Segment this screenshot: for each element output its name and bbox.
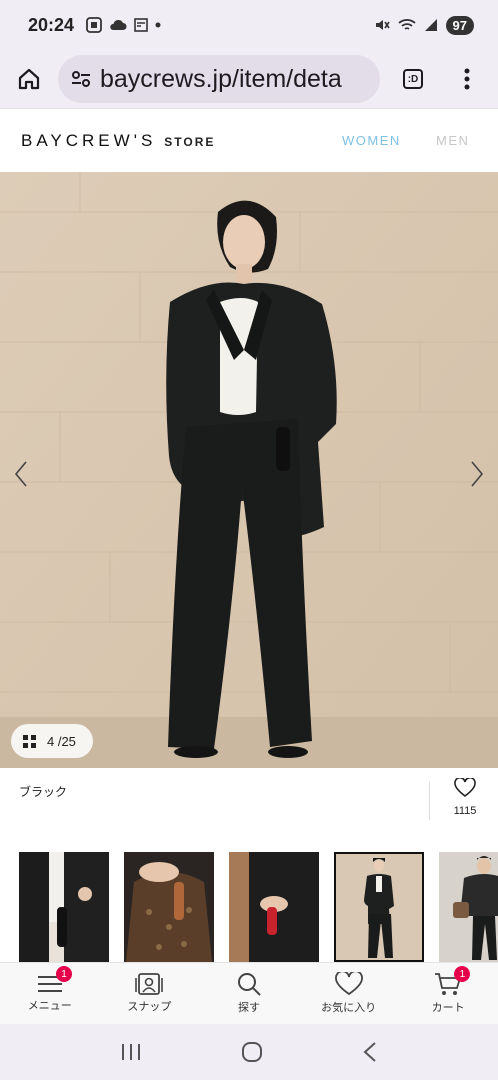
nav-snap[interactable]: スナップ [100, 963, 200, 1024]
heart-icon [334, 972, 363, 996]
search-icon [237, 973, 261, 996]
signal-icon [424, 19, 437, 31]
bottom-navigation: 1 メニュー スナップ 探す お気に入り 1 カート [0, 962, 498, 1024]
image-counter[interactable]: 4 /25 [11, 724, 93, 758]
thumbnail-3[interactable] [229, 852, 319, 962]
tab-count: :D [403, 69, 423, 89]
thumbnail-2[interactable] [124, 852, 214, 962]
image-counter-text: 4 /25 [47, 733, 76, 749]
favorite-button[interactable]: 1115 [446, 776, 484, 817]
nav-favorites[interactable]: お気に入り [299, 963, 399, 1024]
thumbnail-4-selected[interactable] [334, 852, 424, 962]
site-logo[interactable]: BAYCREW'S STORE [21, 131, 215, 151]
product-info-row: ブラック 1115 [0, 768, 498, 832]
status-time: 20:24 [28, 14, 75, 35]
thumbnail-image [439, 852, 498, 962]
wifi-icon [397, 19, 416, 30]
recent-apps-icon[interactable] [120, 1042, 142, 1062]
nav-search-label: 探す [237, 1002, 260, 1014]
nav-favorites-label: お気に入り [321, 1002, 377, 1014]
site-settings-icon[interactable] [70, 68, 92, 90]
nav-cart[interactable]: 1 カート [398, 963, 498, 1024]
snap-icon [135, 973, 164, 995]
browser-toolbar: baycrews.jp/item/deta :D [0, 50, 498, 108]
nav-men[interactable]: MEN [436, 133, 469, 148]
favorite-count: 1115 [453, 805, 477, 817]
browser-menu-button[interactable] [440, 50, 494, 108]
url-text: baycrews.jp/item/deta [100, 64, 342, 93]
nav-snap-label: スナップ [127, 1001, 172, 1013]
logo-suffix: STORE [164, 134, 216, 149]
nav-women[interactable]: WOMEN [342, 133, 401, 148]
thumbnail-image [229, 852, 319, 962]
heart-icon [454, 776, 476, 798]
home-icon [18, 68, 40, 90]
nav-search[interactable]: 探す [199, 963, 299, 1024]
address-bar[interactable]: baycrews.jp/item/deta [58, 55, 380, 103]
product-image-carousel[interactable]: 4 /25 [0, 172, 498, 768]
next-image-arrow[interactable] [468, 460, 486, 488]
cart-badge: 1 [454, 966, 471, 982]
logo-text: BAYCREW'S [21, 130, 157, 150]
cloud-icon [110, 19, 127, 30]
mute-icon [375, 20, 390, 30]
site-header: BAYCREW'S STORE WOMEN MEN [0, 108, 498, 172]
nav-menu[interactable]: 1 メニュー [0, 963, 100, 1024]
thumbnail-1[interactable] [19, 852, 109, 962]
nav-menu-label: メニュー [27, 1000, 72, 1012]
home-button[interactable] [0, 50, 58, 108]
more-vert-icon [464, 68, 470, 90]
tab-switcher-button[interactable]: :D [386, 50, 440, 108]
prev-image-arrow[interactable] [12, 460, 30, 488]
home-circle-icon[interactable] [241, 1041, 263, 1063]
product-photo [0, 172, 498, 768]
color-name: ブラック [19, 785, 68, 799]
back-icon[interactable] [362, 1041, 378, 1063]
thumbnail-strip [0, 852, 498, 962]
thumbnail-5[interactable] [439, 852, 498, 962]
system-navigation-bar [0, 1024, 498, 1080]
thumbnail-image [124, 852, 214, 962]
status-bar: 20:24 97 [0, 0, 498, 50]
screenshot-icon [86, 17, 102, 33]
dot-icon [155, 22, 161, 28]
divider [429, 782, 430, 820]
thumbnail-image [336, 854, 422, 960]
battery-level: 97 [445, 15, 474, 35]
grid-icon [23, 734, 36, 748]
nav-cart-label: カート [431, 1002, 465, 1014]
thumbnail-image [19, 852, 109, 962]
news-icon [134, 18, 148, 32]
menu-badge: 1 [56, 966, 72, 982]
